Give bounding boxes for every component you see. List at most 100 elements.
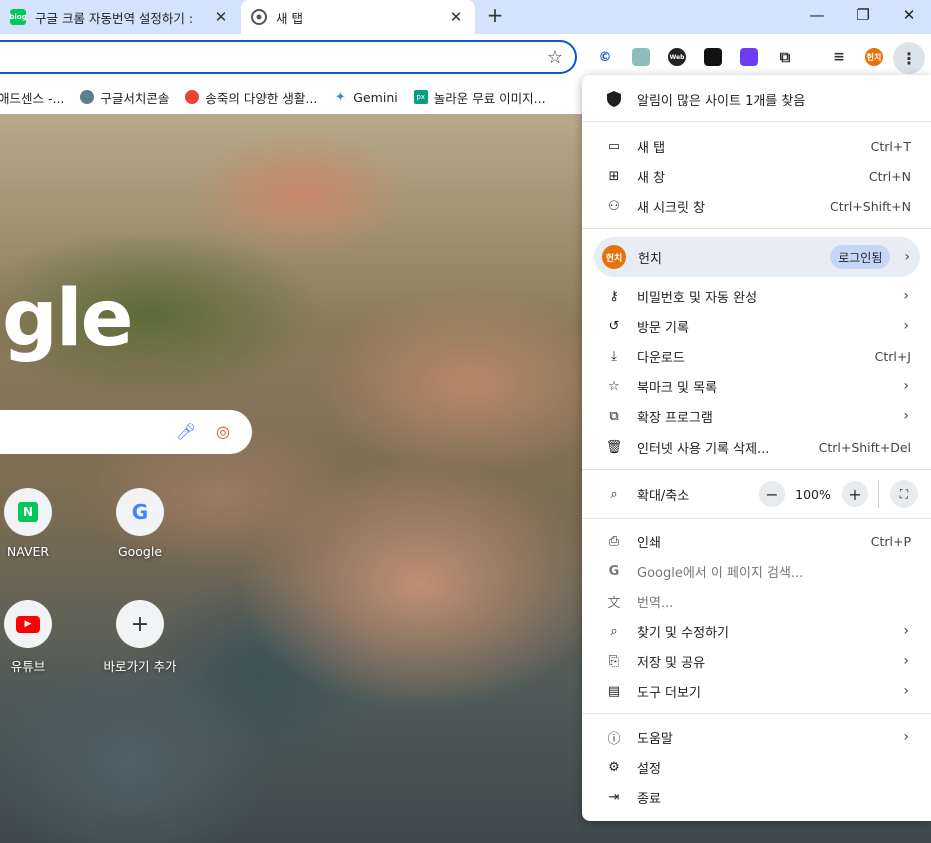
add-icon: + — [116, 600, 164, 648]
menu-profile[interactable]: 헌치 헌치 로그인됨 › — [594, 237, 920, 277]
menu-zoom: ⌕ 확대/축소 − 100% + ⛶ — [582, 478, 931, 510]
chevron-right-icon: › — [903, 288, 909, 304]
blog-icon — [185, 90, 200, 104]
menu-new-tab[interactable]: ▭ 새 탭 Ctrl+T — [582, 131, 931, 161]
menu-save-share[interactable]: ⎘ 저장 및 공유 › — [582, 646, 931, 676]
extension-globe-icon[interactable] — [632, 48, 650, 66]
shortcut-label: Google — [117, 544, 163, 559]
bookmark-star-icon[interactable]: ☆ — [547, 47, 563, 68]
menu-divider — [582, 518, 931, 519]
blog-favicon-icon: blog — [9, 9, 27, 25]
tab-blog[interactable]: blog 구글 크롬 자동번역 설정하기 : ✕ — [0, 0, 240, 34]
menu-clear-data[interactable]: 🗑︎ 인터넷 사용 기록 삭제... Ctrl+Shift+Del — [582, 432, 931, 462]
trash-icon: 🗑︎ — [605, 439, 623, 455]
menu-passwords[interactable]: ⚷ 비밀번호 및 자동 완성 › — [582, 281, 931, 311]
chevron-right-icon: › — [903, 653, 909, 669]
shortcut-label: NAVER — [6, 544, 50, 559]
naver-icon: N — [4, 488, 52, 536]
tab-new-tab[interactable]: 새 탭 ✕ — [241, 0, 475, 34]
incognito-icon: ⚇ — [608, 198, 620, 214]
shortcut-label: 바로가기 추가 — [103, 659, 177, 674]
menu-label: 확장 프로그램 — [637, 410, 713, 426]
tab-title: 새 탭 — [276, 10, 303, 26]
shield-icon — [606, 91, 622, 107]
search-console-icon — [80, 90, 95, 104]
menu-label: 도구 더보기 — [637, 685, 701, 701]
extension-dark-icon[interactable] — [704, 48, 722, 66]
search-input[interactable]: 🎤︎ ◎ — [0, 410, 252, 454]
menu-more-tools[interactable]: ▤ 도구 더보기 › — [582, 676, 931, 706]
close-tab-icon[interactable]: ✕ — [447, 8, 465, 26]
menu-label: 도움말 — [637, 731, 673, 747]
new-tab-plus-icon[interactable]: + — [484, 5, 506, 27]
menu-extensions[interactable]: ⧉ 확장 프로그램 › — [582, 401, 931, 431]
gemini-sparkle-icon: ✦ — [334, 89, 346, 105]
menu-exit[interactable]: ⇥ 종료 — [582, 782, 931, 812]
menu-label: Google에서 이 페이지 검색... — [637, 565, 804, 581]
bookmark-item[interactable]: px 놀라운 무료 이미지... — [413, 88, 546, 107]
address-bar[interactable]: ☆ — [0, 40, 577, 74]
menu-label: 저장 및 공유 — [637, 655, 706, 671]
bookmark-item[interactable]: 애드센스 -... — [0, 88, 64, 107]
menu-downloads[interactable]: ⤓ 다운로드 Ctrl+J — [582, 341, 931, 371]
avatar: 헌치 — [602, 245, 626, 269]
lens-camera-icon[interactable]: ◎ — [213, 421, 233, 441]
help-icon: ⓘ — [607, 731, 621, 747]
shortcut-youtube[interactable]: ▶ 유튜브 — [0, 600, 76, 675]
menu-incognito[interactable]: ⚇ 새 시크릿 창 Ctrl+Shift+N — [582, 191, 931, 221]
microphone-icon[interactable]: 🎤︎ — [176, 421, 196, 441]
puzzle-icon: ⧉ — [609, 408, 619, 424]
fullscreen-button[interactable]: ⛶ — [890, 480, 918, 508]
chevron-right-icon: › — [903, 729, 909, 745]
menu-shortcut: Ctrl+T — [870, 138, 911, 154]
extensions-puzzle-icon[interactable]: ⧉ — [776, 48, 794, 66]
menu-search-page[interactable]: G Google에서 이 페이지 검색... — [582, 556, 931, 586]
bookmark-label: 송죽의 다양한 생활... — [205, 90, 318, 106]
menu-settings[interactable]: ⚙ 설정 — [582, 752, 931, 782]
chevron-right-icon: › — [903, 623, 909, 639]
menu-label: 찾기 및 수정하기 — [637, 625, 729, 641]
menu-bookmarks[interactable]: ☆ 북마크 및 목록 › — [582, 371, 931, 401]
new-window-icon: ⊞ — [608, 168, 620, 184]
zoom-out-button[interactable]: − — [759, 481, 785, 507]
toolbar: ☆ © Web ⧉ ≡ 헌치 ⋮ — [0, 34, 931, 80]
bookmark-label: Gemini — [353, 89, 398, 105]
youtube-icon: ▶ — [4, 600, 52, 648]
menu-label: 북마크 및 목록 — [637, 380, 718, 396]
extension-purple-icon[interactable] — [740, 48, 758, 66]
more-menu-icon[interactable]: ⋮ — [893, 42, 925, 74]
menu-help[interactable]: ⓘ 도움말 › — [582, 722, 931, 752]
menu-translate[interactable]: 文 번역... — [582, 586, 931, 616]
pixabay-icon: px — [413, 90, 428, 104]
menu-divider — [582, 121, 931, 122]
shortcut-add[interactable]: + 바로가기 추가 — [92, 600, 188, 675]
bookmark-label: 애드센스 -... — [0, 90, 65, 106]
menu-shortcut: Ctrl+J — [874, 348, 911, 364]
profile-name: 헌치 — [638, 251, 662, 267]
star-icon: ☆ — [608, 378, 620, 394]
bookmark-item[interactable]: ✦ Gemini — [333, 89, 398, 105]
maximize-button[interactable]: ❐ — [841, 0, 885, 30]
menu-print[interactable]: ⎙ 인쇄 Ctrl+P — [582, 526, 931, 556]
chevron-right-icon: › — [903, 408, 909, 424]
shortcut-google[interactable]: G Google — [92, 488, 188, 559]
bookmark-item[interactable]: 송죽의 다양한 생활... — [185, 88, 317, 107]
save-share-icon: ⎘ — [608, 653, 620, 669]
bookmark-item[interactable]: 구글서치콘솔 — [80, 88, 169, 107]
minimize-button[interactable]: — — [795, 0, 839, 30]
close-tab-icon[interactable]: ✕ — [212, 8, 230, 26]
close-window-button[interactable]: ✕ — [887, 0, 931, 30]
profile-avatar-icon[interactable]: 헌치 — [865, 48, 883, 66]
extension-web-icon[interactable]: Web — [668, 48, 686, 66]
zoom-level: 100% — [795, 486, 831, 502]
menu-label: 설정 — [637, 761, 661, 777]
reading-list-icon[interactable]: ≡ — [830, 48, 848, 66]
zoom-in-button[interactable]: + — [842, 481, 868, 507]
extension-c-icon[interactable]: © — [596, 48, 614, 66]
menu-safety-notice[interactable]: 알림이 많은 사이트 1개를 찾음 — [582, 84, 931, 114]
menu-history[interactable]: ↺ 방문 기록 › — [582, 311, 931, 341]
menu-label: 확대/축소 — [637, 488, 690, 504]
menu-find-edit[interactable]: ⌕ 찾기 및 수정하기 › — [582, 616, 931, 646]
menu-new-window[interactable]: ⊞ 새 창 Ctrl+N — [582, 161, 931, 191]
shortcut-naver[interactable]: N NAVER — [0, 488, 76, 559]
